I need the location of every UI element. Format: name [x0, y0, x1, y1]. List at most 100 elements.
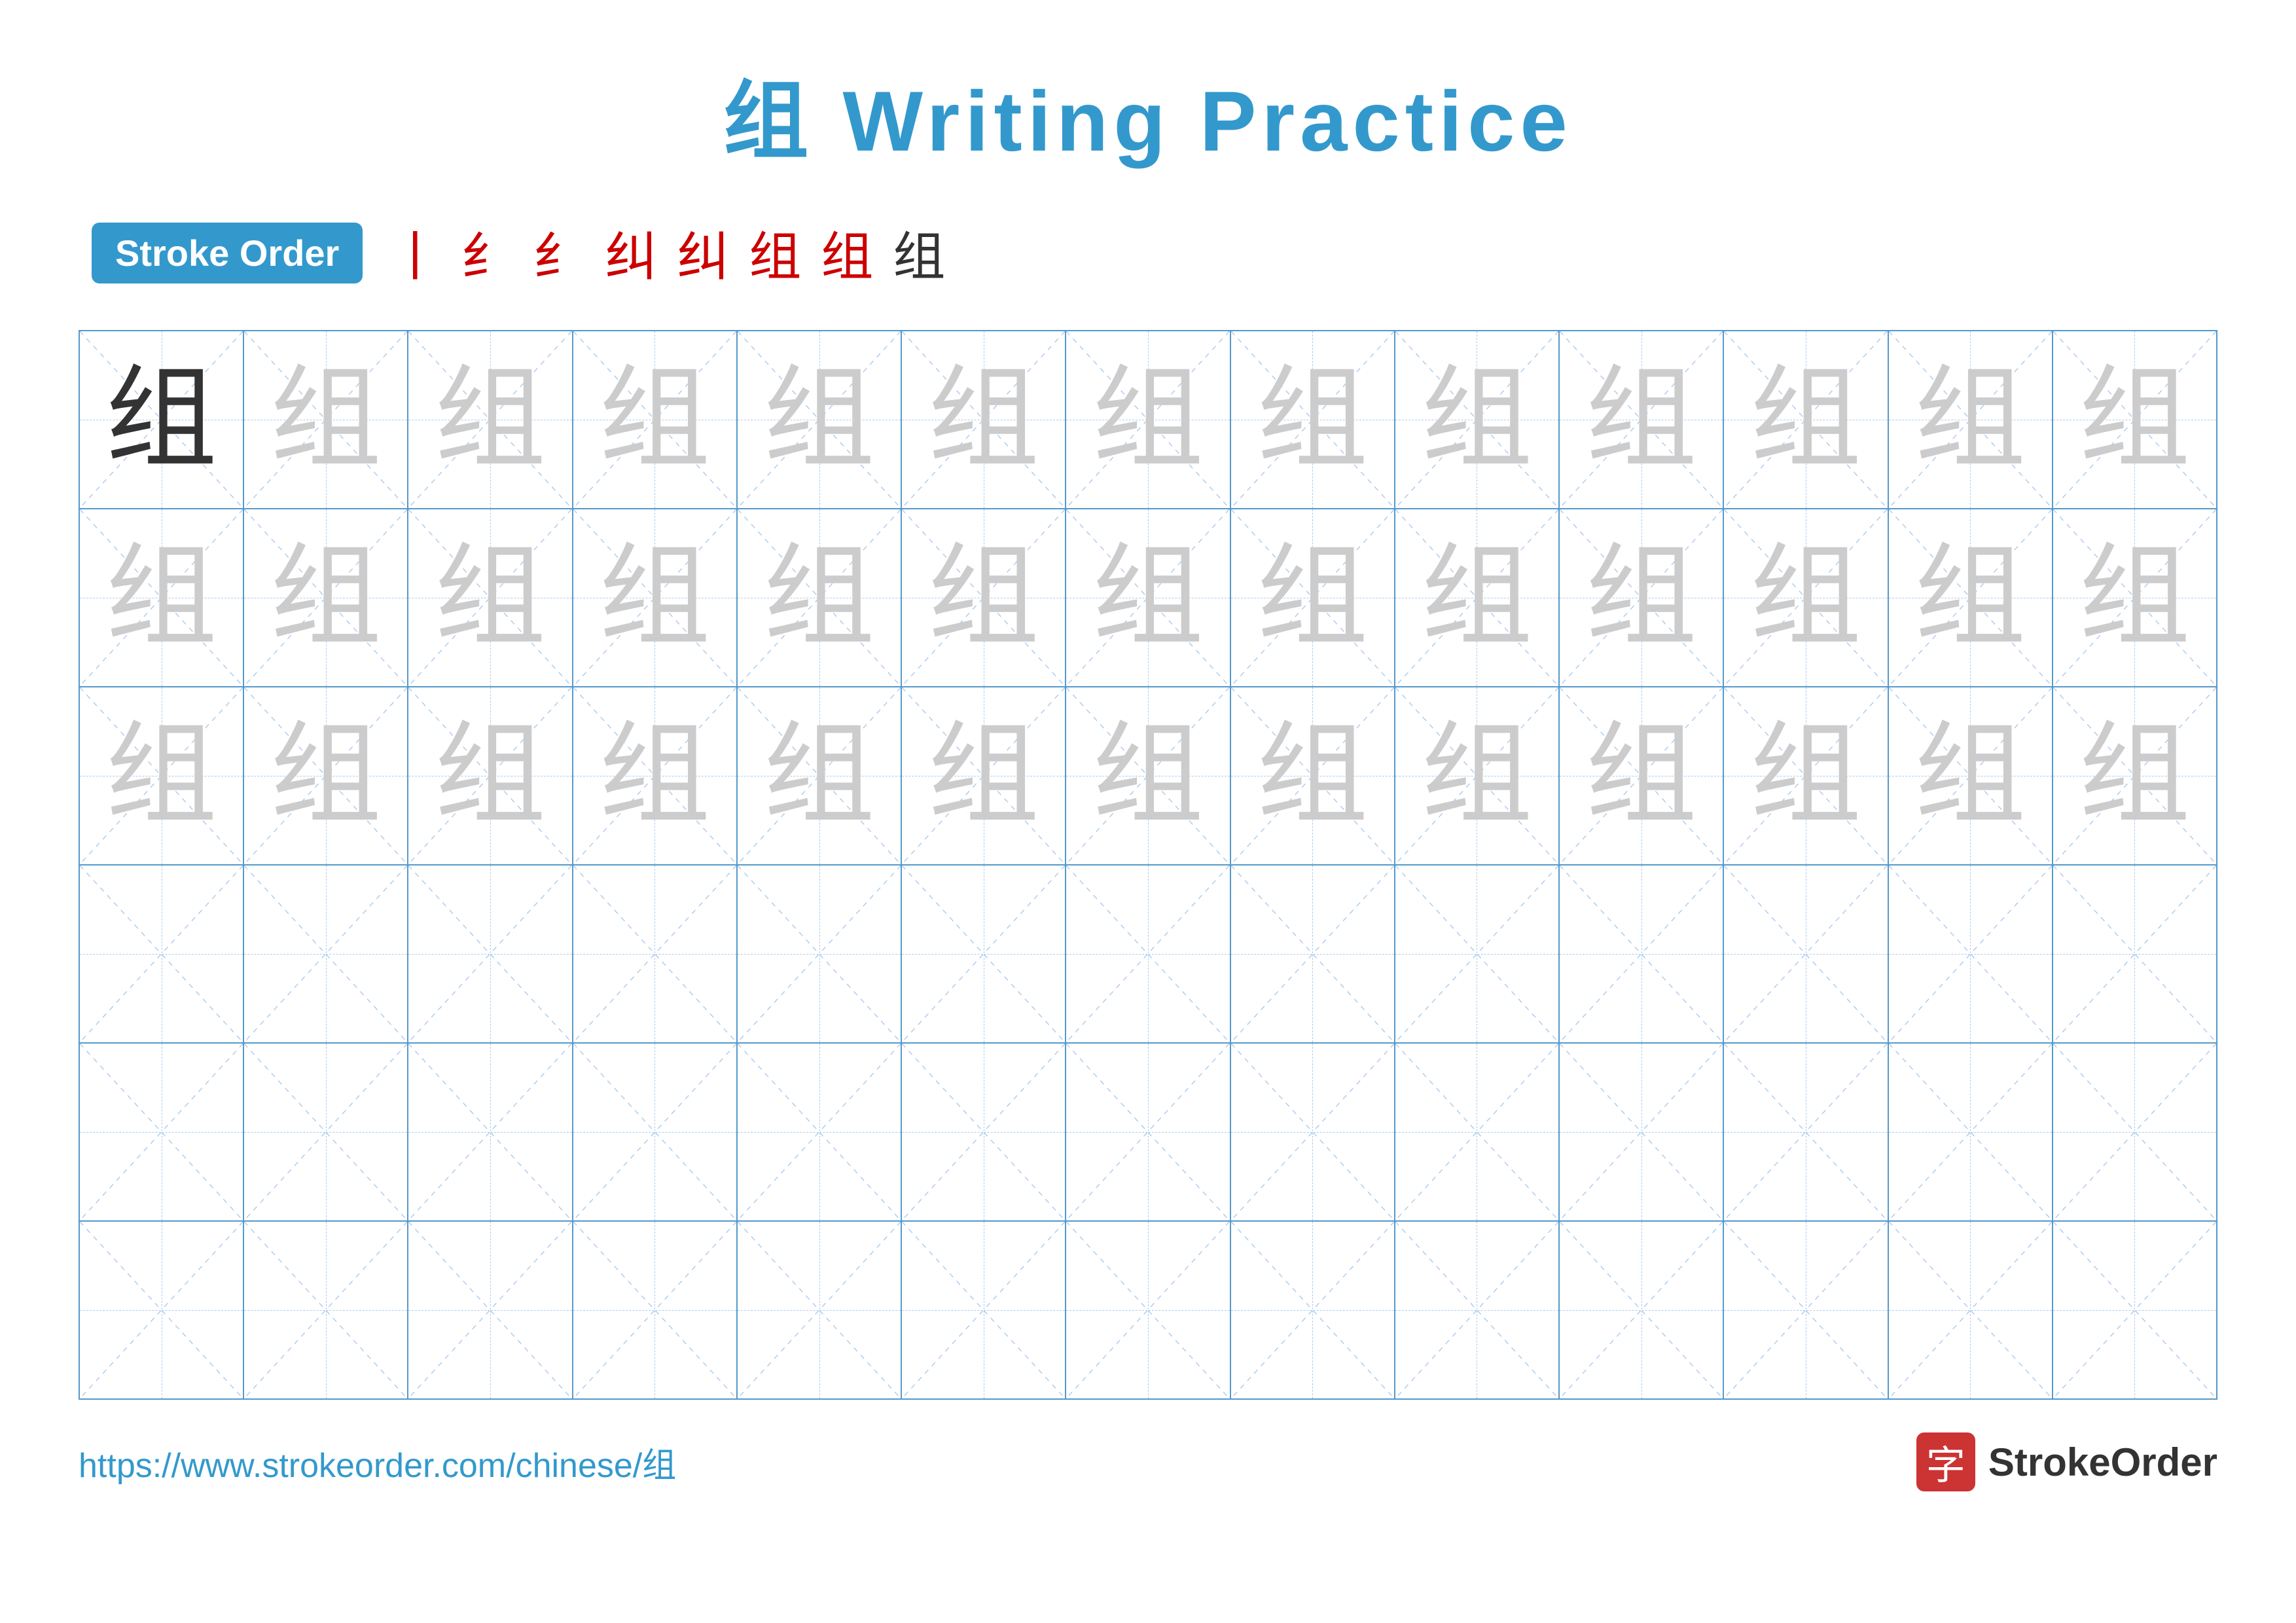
- char-display: 组: [1586, 720, 1697, 831]
- char-display: 组: [270, 364, 382, 475]
- char-display: 组: [2079, 542, 2190, 653]
- grid-cell-2-1: 组: [80, 509, 244, 686]
- grid-cell-5-3: [408, 1044, 573, 1220]
- grid-cell-2-6: 组: [902, 509, 1066, 686]
- grid-cell-4-13: [2053, 866, 2216, 1042]
- grid-cell-4-10: [1560, 866, 1724, 1042]
- grid-cell-1-11: 组: [1724, 331, 1888, 508]
- footer-url[interactable]: https://www.strokeorder.com/chinese/组: [79, 1438, 676, 1487]
- char-display: 组: [1750, 720, 1861, 831]
- practice-grid: 组 组 组 组 组 组 组 组 组 组: [79, 330, 2217, 1400]
- char-display: 组: [1914, 364, 2026, 475]
- grid-cell-4-12: [1889, 866, 2053, 1042]
- char-display: 组: [435, 720, 546, 831]
- char-display: 组: [2079, 720, 2190, 831]
- char-display: 组: [1421, 720, 1532, 831]
- grid-cell-4-7: [1066, 866, 1230, 1042]
- grid-cell-1-7: 组: [1066, 331, 1230, 508]
- grid-cell-1-4: 组: [573, 331, 738, 508]
- grid-cell-4-1: [80, 866, 244, 1042]
- grid-cell-6-11: [1724, 1222, 1888, 1398]
- grid-cell-3-2: 组: [244, 687, 408, 864]
- grid-cell-3-8: 组: [1231, 687, 1395, 864]
- char-display: 组: [928, 720, 1039, 831]
- grid-cell-1-1: 组: [80, 331, 244, 508]
- grid-cell-1-2: 组: [244, 331, 408, 508]
- char-display: 组: [599, 720, 710, 831]
- grid-cell-2-12: 组: [1889, 509, 2053, 686]
- grid-cell-2-3: 组: [408, 509, 573, 686]
- grid-cell-3-12: 组: [1889, 687, 2053, 864]
- stroke-step-1: 丨: [389, 215, 441, 291]
- footer-brand: 字 StrokeOrder: [1916, 1432, 2217, 1491]
- char-display: 组: [1257, 720, 1368, 831]
- grid-cell-5-7: [1066, 1044, 1230, 1220]
- grid-cell-5-5: [738, 1044, 902, 1220]
- stroke-step-4: 纠: [605, 215, 657, 291]
- grid-cell-4-9: [1395, 866, 1560, 1042]
- grid-cell-2-10: 组: [1560, 509, 1724, 686]
- grid-cell-1-8: 组: [1231, 331, 1395, 508]
- grid-cell-5-10: [1560, 1044, 1724, 1220]
- char-display: 组: [1257, 364, 1368, 475]
- grid-cell-4-3: [408, 866, 573, 1042]
- char-display: 组: [1914, 720, 2026, 831]
- grid-cell-1-13: 组: [2053, 331, 2216, 508]
- grid-cell-3-13: 组: [2053, 687, 2216, 864]
- grid-cell-6-2: [244, 1222, 408, 1398]
- grid-cell-6-8: [1231, 1222, 1395, 1398]
- stroke-step-7: 组: [821, 215, 873, 291]
- char-display: 组: [1586, 542, 1697, 653]
- grid-cell-3-4: 组: [573, 687, 738, 864]
- char-display: 组: [599, 542, 710, 653]
- char-display: 组: [1257, 542, 1368, 653]
- grid-row-4: [80, 866, 2216, 1044]
- grid-cell-5-2: [244, 1044, 408, 1220]
- grid-cell-6-7: [1066, 1222, 1230, 1398]
- stroke-order-row: Stroke Order 丨纟纟纠纠组组组: [79, 215, 2217, 291]
- char-display: 组: [1092, 542, 1204, 653]
- grid-cell-4-8: [1231, 866, 1395, 1042]
- grid-cell-5-1: [80, 1044, 244, 1220]
- char-display: 组: [764, 542, 875, 653]
- char-display: 组: [928, 542, 1039, 653]
- char-display: 组: [1586, 364, 1697, 475]
- grid-row-2: 组 组 组 组 组 组 组 组 组 组: [80, 509, 2216, 687]
- stroke-step-8: 组: [893, 215, 945, 291]
- grid-cell-2-2: 组: [244, 509, 408, 686]
- grid-cell-4-4: [573, 866, 738, 1042]
- stroke-step-5: 纠: [677, 215, 729, 291]
- grid-cell-5-4: [573, 1044, 738, 1220]
- grid-cell-2-11: 组: [1724, 509, 1888, 686]
- grid-cell-1-12: 组: [1889, 331, 2053, 508]
- grid-cell-1-3: 组: [408, 331, 573, 508]
- grid-cell-1-6: 组: [902, 331, 1066, 508]
- grid-cell-3-1: 组: [80, 687, 244, 864]
- footer: https://www.strokeorder.com/chinese/组 字 …: [79, 1432, 2217, 1491]
- grid-cell-6-6: [902, 1222, 1066, 1398]
- char-display: 组: [1750, 542, 1861, 653]
- grid-cell-6-5: [738, 1222, 902, 1398]
- grid-cell-3-3: 组: [408, 687, 573, 864]
- grid-cell-5-13: [2053, 1044, 2216, 1220]
- char-display: 组: [270, 720, 382, 831]
- char-display: 组: [106, 542, 217, 653]
- grid-cell-1-9: 组: [1395, 331, 1560, 508]
- grid-cell-6-4: [573, 1222, 738, 1398]
- grid-cell-4-6: [902, 866, 1066, 1042]
- grid-cell-6-9: [1395, 1222, 1560, 1398]
- brand-icon: 字: [1916, 1432, 1975, 1491]
- char-display: 组: [106, 720, 217, 831]
- grid-row-1: 组 组 组 组 组 组 组 组 组 组: [80, 331, 2216, 509]
- stroke-step-3: 纟: [533, 215, 585, 291]
- char-display: 组: [764, 720, 875, 831]
- grid-cell-5-6: [902, 1044, 1066, 1220]
- stroke-step-6: 组: [749, 215, 801, 291]
- char-display: 组: [764, 364, 875, 475]
- grid-cell-5-8: [1231, 1044, 1395, 1220]
- char-display: 组: [599, 364, 710, 475]
- char-display: 组: [106, 364, 217, 475]
- brand-name: StrokeOrder: [1988, 1440, 2217, 1485]
- grid-cell-4-11: [1724, 866, 1888, 1042]
- char-display: 组: [1750, 364, 1861, 475]
